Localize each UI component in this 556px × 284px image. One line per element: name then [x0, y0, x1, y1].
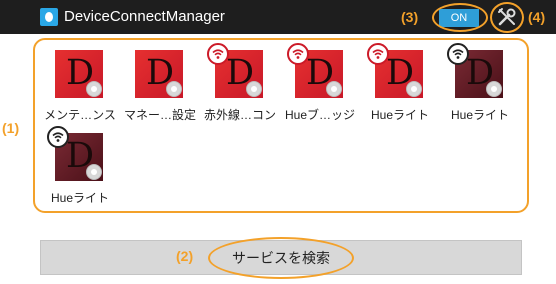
wifi-icon	[367, 43, 389, 65]
gear-icon	[406, 81, 422, 97]
wifi-icon	[207, 43, 229, 65]
device-label: Hueブ…ッジ	[284, 108, 355, 122]
device-item[interactable]: D 赤外線…コン	[196, 43, 284, 123]
device-label: メンテ…ンス	[44, 108, 116, 122]
gear-icon	[326, 81, 342, 97]
device-item[interactable]: D Hueブ…ッジ	[276, 43, 364, 123]
title-bar: DeviceConnectManager ON	[0, 0, 556, 34]
gear-icon	[166, 81, 182, 97]
device-plugin-icon: D	[135, 50, 183, 98]
annotation-4: (4)	[528, 9, 546, 25]
app-title: DeviceConnectManager	[64, 8, 225, 25]
annotation-1: (1)	[2, 120, 20, 136]
app-logo-icon	[40, 8, 58, 26]
on-off-toggle[interactable]: ON	[439, 9, 479, 27]
device-label: マネー…設定	[123, 108, 196, 122]
annotation-3: (3)	[401, 9, 419, 25]
device-label: Hueライト	[450, 108, 509, 122]
device-label: 赤外線…コン	[203, 108, 276, 122]
gear-icon	[246, 81, 262, 97]
gear-icon	[486, 81, 502, 97]
search-services-button[interactable]: サービスを検索	[40, 240, 522, 275]
wifi-icon	[47, 126, 69, 148]
device-item[interactable]: D Hueライト	[436, 43, 524, 123]
annotation-2: (2)	[176, 248, 194, 264]
tools-icon[interactable]	[497, 7, 517, 27]
device-item[interactable]: D Hueライト	[356, 43, 444, 123]
gear-icon	[86, 81, 102, 97]
device-plugin-icon: D	[55, 50, 103, 98]
wifi-icon	[447, 43, 469, 65]
device-item[interactable]: D マネー…設定	[116, 43, 204, 123]
device-label: Hueライト	[50, 191, 109, 205]
device-item[interactable]: D Hueライト	[36, 126, 124, 206]
device-label: Hueライト	[370, 108, 429, 122]
gear-icon	[86, 164, 102, 180]
device-item[interactable]: D メンテ…ンス	[36, 43, 124, 123]
wifi-icon	[287, 43, 309, 65]
